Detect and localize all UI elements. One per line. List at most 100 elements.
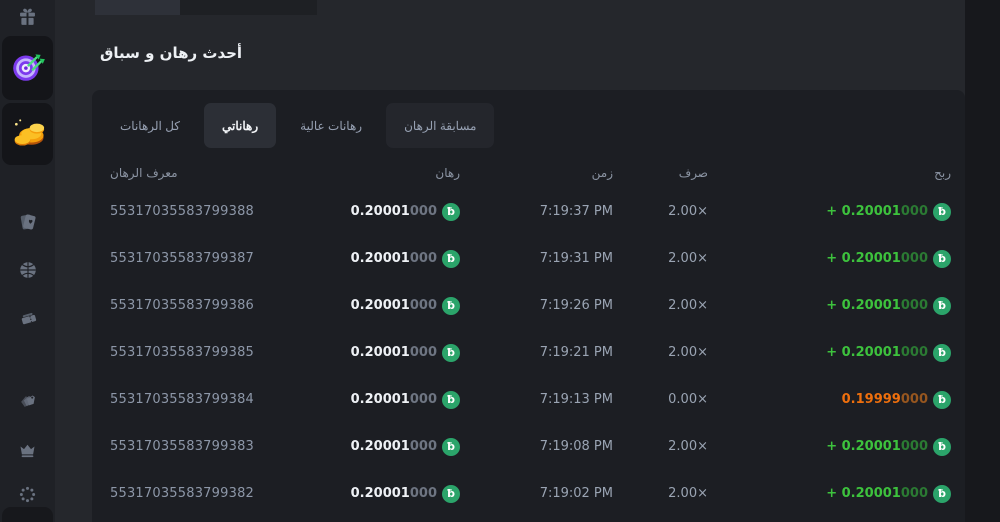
coin-icon: ƀ: [933, 438, 951, 456]
coin-icon: ƀ: [442, 438, 460, 456]
tab-label: رهاناتي: [222, 119, 258, 133]
bet-amount-cell: 0.20001000 ƀ: [350, 438, 460, 456]
bet-payout: 2.00×: [613, 486, 708, 501]
coin-icon: ƀ: [933, 391, 951, 409]
bets-table-body: 55317035583799388 0.20001000 ƀ 7:19:37 P…: [92, 188, 965, 517]
bet-payout: 2.00×: [613, 251, 708, 266]
sidebar-item-sports[interactable]: [0, 259, 55, 285]
profit-main: 0.19999: [842, 392, 901, 407]
bet-id: 55317035583799387: [110, 251, 350, 266]
bet-amount-main: 0.20001: [351, 392, 410, 407]
bet-payout: 0.00×: [613, 392, 708, 407]
bets-tab[interactable]: رهانات عالية: [282, 103, 380, 148]
table-row[interactable]: 55317035583799388 0.20001000 ƀ 7:19:37 P…: [92, 188, 965, 235]
profit-main: + 0.20001: [826, 298, 901, 313]
sidebar-item-bets[interactable]: [0, 306, 55, 332]
sidebar: [0, 0, 55, 522]
bet-amount-cell: 0.20001000 ƀ: [350, 297, 460, 315]
bet-amount-cell: 0.20001000 ƀ: [350, 344, 460, 362]
top-partial-tab[interactable]: [180, 0, 317, 15]
profit-main: + 0.20001: [826, 204, 901, 219]
sidebar-item-promotions[interactable]: [0, 390, 55, 416]
bets-tab[interactable]: مسابقة الرهان: [386, 103, 494, 148]
coin-icon: ƀ: [442, 203, 460, 221]
col-header-bet: رهان: [350, 166, 460, 180]
bet-payout: 2.00×: [613, 298, 708, 313]
col-header-payout: صرف: [613, 166, 708, 180]
profit-dim: 000: [901, 345, 928, 360]
bet-amount-cell: 0.20001000 ƀ: [350, 485, 460, 503]
bet-amount-main: 0.20001: [351, 251, 410, 266]
tab-label: رهانات عالية: [300, 119, 362, 133]
basketball-icon: [17, 259, 39, 285]
table-row[interactable]: 55317035583799386 0.20001000 ƀ 7:19:26 P…: [92, 282, 965, 329]
profit-cell: + 0.20001000 ƀ: [708, 203, 951, 221]
bet-amount-dim: 000: [410, 439, 437, 454]
col-header-time: زمن: [460, 166, 613, 180]
gift-icon: [17, 6, 38, 31]
dotted-circle-icon: [17, 484, 38, 509]
bet-amount-dim: 000: [410, 298, 437, 313]
col-header-profit: ربح: [708, 166, 951, 180]
bet-id: 55317035583799383: [110, 439, 350, 454]
profit-main: + 0.20001: [826, 439, 901, 454]
profit-dim: 000: [901, 392, 928, 407]
bet-amount-main: 0.20001: [351, 486, 410, 501]
table-row[interactable]: 55317035583799387 0.20001000 ƀ 7:19:31 P…: [92, 235, 965, 282]
latest-bets-panel: كل الرهانات رهاناتي رهانات عالية مسابقة …: [92, 90, 965, 522]
coin-icon: ƀ: [933, 297, 951, 315]
bet-id: 55317035583799388: [110, 204, 350, 219]
table-row[interactable]: 55317035583799382 0.20001000 ƀ 7:19:02 P…: [92, 470, 965, 517]
bets-tab[interactable]: كل الرهانات: [102, 103, 198, 148]
coin-icon: ƀ: [933, 344, 951, 362]
bet-amount-main: 0.20001: [351, 204, 410, 219]
sidebar-item-gift[interactable]: [0, 4, 55, 32]
gold-coins-icon: [8, 112, 48, 156]
bet-amount-cell: 0.20001000 ƀ: [350, 250, 460, 268]
ticket-icon: [17, 306, 39, 332]
coin-icon: ƀ: [933, 250, 951, 268]
table-row[interactable]: 55317035583799385 0.20001000 ƀ 7:19:21 P…: [92, 329, 965, 376]
profit-cell: 0.19999000 ƀ: [708, 391, 951, 409]
sidebar-item-spinner[interactable]: [0, 483, 55, 509]
bet-amount-main: 0.20001: [351, 439, 410, 454]
bets-tabs: كل الرهانات رهاناتي رهانات عالية مسابقة …: [102, 103, 957, 148]
profit-main: + 0.20001: [826, 486, 901, 501]
bet-time: 7:19:37 PM: [460, 204, 613, 219]
bet-time: 7:19:21 PM: [460, 345, 613, 360]
table-row[interactable]: 55317035583799384 0.20001000 ƀ 7:19:13 P…: [92, 376, 965, 423]
playing-cards-icon: [17, 211, 39, 237]
tab-label: مسابقة الرهان: [404, 119, 476, 133]
bet-time: 7:19:31 PM: [460, 251, 613, 266]
col-header-bet-id: معرف الرهان: [110, 166, 350, 180]
bets-tab[interactable]: رهاناتي: [204, 103, 276, 148]
profit-dim: 000: [901, 251, 928, 266]
top-partial-tab-active[interactable]: [95, 0, 180, 15]
bet-id: 55317035583799382: [110, 486, 350, 501]
sidebar-item-casino[interactable]: [0, 211, 55, 237]
bet-time: 7:19:26 PM: [460, 298, 613, 313]
sidebar-item-target-game[interactable]: [2, 36, 53, 100]
bet-time: 7:19:02 PM: [460, 486, 613, 501]
sidebar-item-gold-coins[interactable]: [2, 103, 53, 165]
profit-main: + 0.20001: [826, 251, 901, 266]
profit-main: + 0.20001: [826, 345, 901, 360]
sidebar-item-partial: [2, 507, 53, 522]
bet-payout: 2.00×: [613, 204, 708, 219]
coin-icon: ƀ: [442, 344, 460, 362]
page-right-edge: [965, 0, 1000, 522]
bet-amount-main: 0.20001: [351, 298, 410, 313]
table-row[interactable]: 55317035583799383 0.20001000 ƀ 7:19:08 P…: [92, 423, 965, 470]
coin-icon: ƀ: [442, 485, 460, 503]
bet-amount-cell: 0.20001000 ƀ: [350, 203, 460, 221]
sidebar-item-vip[interactable]: [0, 438, 55, 464]
bet-time: 7:19:08 PM: [460, 439, 613, 454]
profit-cell: + 0.20001000 ƀ: [708, 250, 951, 268]
profit-cell: + 0.20001000 ƀ: [708, 297, 951, 315]
bet-id: 55317035583799385: [110, 345, 350, 360]
bet-id: 55317035583799386: [110, 298, 350, 313]
bet-payout: 2.00×: [613, 345, 708, 360]
bet-payout: 2.00×: [613, 439, 708, 454]
bet-amount-main: 0.20001: [351, 345, 410, 360]
bet-id: 55317035583799384: [110, 392, 350, 407]
